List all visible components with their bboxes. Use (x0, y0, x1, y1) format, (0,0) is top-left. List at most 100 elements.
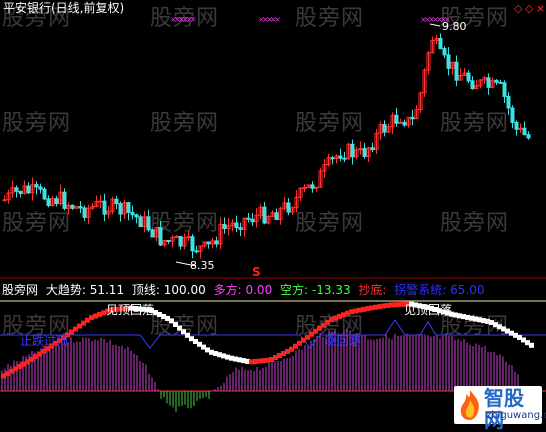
candle-body (114, 198, 119, 205)
candle-body (246, 217, 251, 220)
candle-body (274, 212, 279, 221)
logo-url: zhiguwang.com (486, 410, 546, 421)
candle-body (18, 190, 23, 194)
candle-body (402, 121, 407, 126)
candle-body (446, 54, 451, 69)
chart-title: 平安银行(日线,前复权) (3, 1, 125, 15)
candle-body (46, 198, 51, 206)
candle-body (394, 114, 399, 124)
chart-canvas: ×××××× ××××× ××××××× (0, 15, 546, 412)
candle-body (330, 157, 335, 160)
candle-body (494, 79, 499, 83)
candle-body (126, 202, 131, 213)
candle-body (14, 187, 19, 192)
bull-value: 0.00 (245, 283, 273, 297)
restore-icon[interactable]: ◇ (525, 3, 533, 14)
candle-body (342, 157, 347, 160)
indicator-name: 股旁网 (2, 283, 39, 297)
candle-body (442, 48, 447, 56)
signal-mark: × (274, 15, 281, 24)
top-escape-annotation: 见顶回落 (404, 303, 453, 317)
candle-body (382, 123, 387, 133)
candle-body (146, 216, 151, 231)
candle-body (410, 116, 415, 120)
candle-body (98, 200, 103, 203)
candle-body (262, 206, 267, 224)
high-pointer (429, 23, 441, 27)
candle-body (166, 239, 171, 242)
candle-body (454, 61, 459, 81)
candle-body (206, 241, 211, 245)
topline-label: 顶线: (131, 283, 160, 297)
candle-body (214, 240, 219, 245)
candle-body (510, 107, 515, 123)
signal-markers: ×××××× ××××× ××××××× (170, 15, 451, 24)
stop-fall-annotation: 止跌过顶 (20, 334, 69, 348)
rebound-annotation: 涨回落 (325, 334, 362, 348)
low-price-label: 8.35 (190, 259, 215, 272)
candle-body (34, 184, 39, 188)
candle-body (526, 134, 531, 139)
candle-body (194, 250, 199, 253)
bull-label: 多方: (213, 283, 242, 297)
candle-body (466, 72, 471, 82)
candle-body (26, 185, 31, 194)
trend-dot (529, 342, 534, 348)
candle-body (118, 203, 123, 215)
candle-body (498, 81, 503, 84)
topline-value: 100.00 (163, 283, 206, 297)
candle-body (82, 207, 87, 218)
candle-body (54, 198, 59, 205)
candle-body (486, 77, 491, 88)
signal-mark: × (190, 15, 197, 24)
candle-body (470, 80, 475, 90)
high-price-label: 9.80 (442, 20, 467, 33)
candle-body (186, 236, 191, 239)
trend-dots (1, 301, 534, 379)
alert-label: 拐警系统: (394, 283, 447, 297)
candle-body (158, 226, 163, 246)
candle-body (250, 218, 255, 223)
candle-body (506, 95, 511, 109)
candle-body (78, 206, 83, 209)
candle-body (286, 202, 291, 213)
candle-body (70, 204, 75, 209)
candlestick-series (2, 33, 531, 259)
trend-label: 大趋势: (45, 283, 86, 297)
candle-body (138, 216, 143, 228)
candle-body (438, 38, 443, 50)
logo-title: 智股网 (484, 386, 524, 432)
candle-body (102, 200, 107, 215)
candle-body (362, 148, 367, 157)
candle-body (150, 229, 155, 238)
candle-body (178, 235, 183, 247)
candle-body (338, 155, 343, 159)
indicator-header: 股旁网 大趋势: 51.11 顶线: 100.00 多方: 0.00 空方: -… (2, 283, 485, 297)
candle-body (62, 191, 67, 209)
candle-body (2, 199, 7, 202)
candle-body (302, 187, 307, 190)
site-logo: 智股网 zhiguwang.com (454, 386, 546, 431)
pin-icon[interactable]: ◇ (514, 3, 522, 14)
chart-window: 股旁网 股旁网 股旁网 股旁网 股旁网 股旁网 股旁网 股旁网 股旁网 股旁网 … (0, 0, 546, 431)
candle-body (370, 147, 375, 151)
candle-body (190, 236, 195, 252)
candle-body (238, 227, 243, 230)
candle-body (174, 235, 179, 238)
candle-body (522, 127, 527, 136)
candle-body (222, 223, 227, 229)
candle-body (42, 188, 47, 200)
bottom-fish-label: 抄底: (358, 283, 387, 297)
bear-label: 空方: (280, 283, 309, 297)
candle-body (38, 186, 43, 190)
close-icon[interactable]: × (536, 3, 545, 14)
candle-body (134, 214, 139, 218)
sell-signal-marker: S (252, 265, 261, 279)
flame-icon (460, 390, 479, 420)
alert-value: 65.00 (450, 283, 485, 297)
candle-body (310, 184, 315, 189)
candle-body (234, 222, 239, 229)
candle-body (350, 143, 355, 158)
bear-value: -13.33 (311, 283, 351, 297)
candle-body (502, 82, 507, 97)
